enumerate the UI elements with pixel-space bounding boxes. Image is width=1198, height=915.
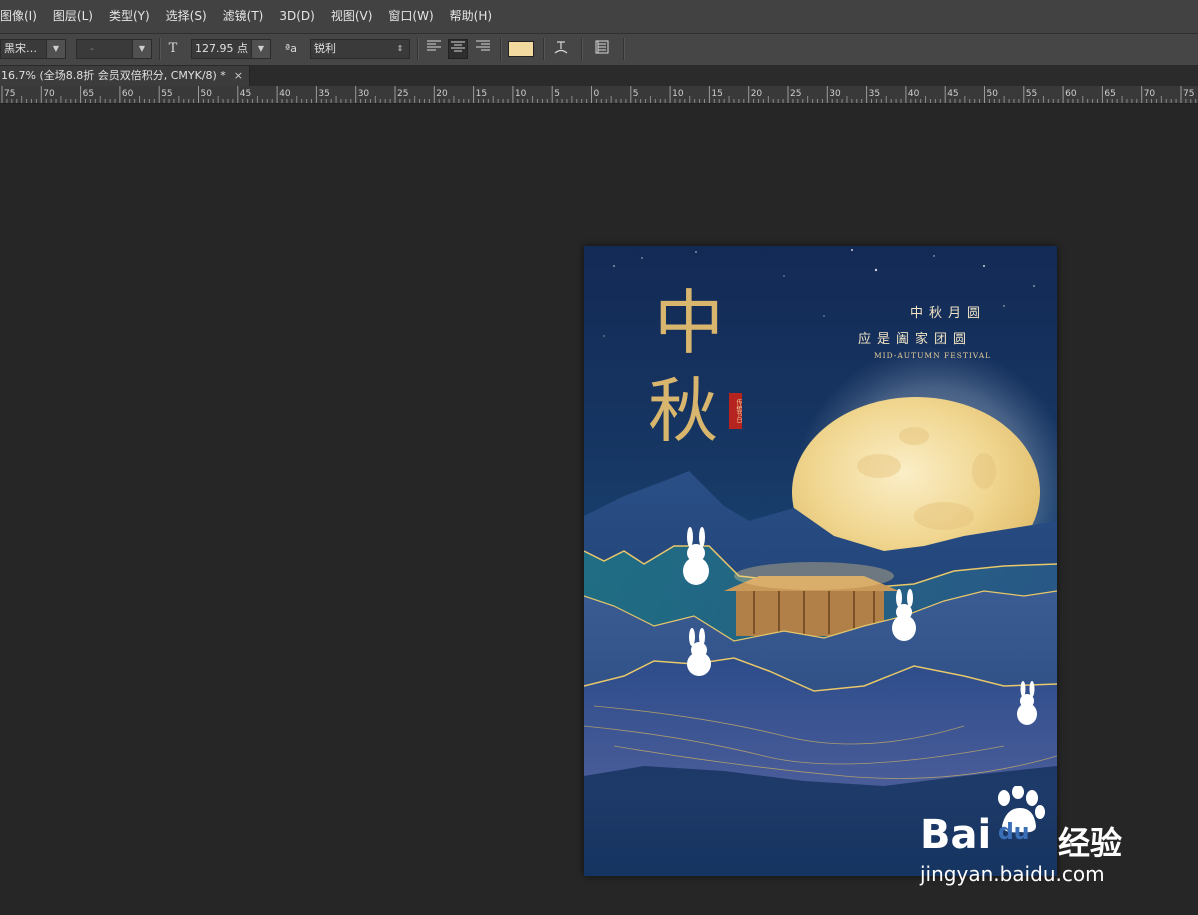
- ruler-label: 55: [1026, 89, 1037, 99]
- font-family-dropdown[interactable]: 黑宋… ▼: [0, 39, 66, 59]
- ruler-label: 55: [161, 89, 172, 99]
- watermark-brand-cn: 经验: [1058, 824, 1123, 862]
- divider: [623, 38, 625, 60]
- ruler-label: 60: [122, 89, 134, 99]
- text-color-swatch[interactable]: [508, 41, 534, 57]
- divider: [581, 38, 583, 60]
- ruler-label: 45: [947, 89, 958, 99]
- ruler-ticks: 75 70 65 60 55 50 45 40 35 30 25 20 15 10 5 0 5 10 15 20 25 3…: [1, 86, 1197, 103]
- document-tab-bar: 16.7% (全场8.8折 会员双倍积分, CMYK/8) * ×: [0, 66, 1198, 86]
- slogan-line-2: 应是阖家团圆: [858, 332, 973, 347]
- menu-view[interactable]: 视图(V): [323, 0, 381, 33]
- ruler-label: 75: [1183, 89, 1194, 99]
- menu-filter[interactable]: 滤镜(T): [215, 0, 272, 33]
- menu-help[interactable]: 帮助(H): [442, 0, 500, 33]
- document-tab-title: 16.7% (全场8.8折 会员双倍积分, CMYK/8) *: [1, 69, 226, 82]
- antialias-icon: ªa: [285, 42, 297, 55]
- watermark-url: jingyan.baidu.com: [920, 862, 1105, 886]
- chevron-down-icon: ▼: [46, 40, 65, 58]
- ruler-label: 30: [829, 89, 841, 99]
- ruler-label: 50: [201, 89, 213, 99]
- ruler-label: 20: [751, 89, 763, 99]
- slogan-line-1: 中秋月圆: [910, 306, 987, 321]
- type-options-bar: 黑宋… ▼ - ▼ T 127.95 点 ▼ ªa 锐利 ⇕: [0, 34, 1198, 66]
- font-size-icon: T: [168, 41, 178, 56]
- watermark-brand-left: Bai: [920, 812, 992, 858]
- font-style-dropdown[interactable]: - ▼: [76, 39, 152, 59]
- baidu-watermark: Bai du 经验 jingyan.baidu.com: [918, 786, 1138, 890]
- chevron-down-icon: ▼: [251, 40, 270, 58]
- font-size-field[interactable]: 127.95 点 ▼: [191, 39, 271, 59]
- ruler-label: 65: [83, 89, 94, 99]
- ruler-label: 10: [672, 89, 684, 99]
- menu-3d[interactable]: 3D(D): [271, 0, 322, 33]
- ruler-label: 0: [594, 89, 600, 99]
- warp-text-icon[interactable]: [551, 39, 571, 59]
- menu-window[interactable]: 窗口(W): [380, 0, 441, 33]
- red-seal: 传统节日: [729, 393, 742, 429]
- menu-type[interactable]: 类型(Y): [101, 0, 158, 33]
- close-icon[interactable]: ×: [234, 66, 243, 86]
- ruler-label: 35: [869, 89, 880, 99]
- ruler-label: 45: [240, 89, 251, 99]
- divider: [159, 38, 161, 60]
- font-size-value: 127.95 点: [195, 42, 248, 55]
- menu-image[interactable]: 图像(I): [0, 0, 45, 33]
- ruler-label: 35: [318, 89, 329, 99]
- updown-icon: ⇕: [391, 40, 409, 58]
- poster-document[interactable]: 中 秋 传统节日 中秋月圆 应是阖家团圆 MID-AUTUMN FESTIVAL: [584, 246, 1057, 876]
- align-center-icon[interactable]: [448, 39, 468, 59]
- ruler-label: 70: [1144, 89, 1156, 99]
- horizontal-ruler[interactable]: 75 70 65 60 55 50 45 40 35 30 25 20 15 10 5 0 5 10 15 20 25 3…: [0, 86, 1198, 104]
- ruler-label: 25: [397, 89, 408, 99]
- antialias-dropdown[interactable]: 锐利 ⇕: [310, 39, 410, 59]
- festival-english: MID-AUTUMN FESTIVAL: [874, 351, 992, 360]
- font-family-value: 黑宋…: [4, 42, 37, 55]
- align-right-icon[interactable]: [473, 39, 493, 59]
- menu-select[interactable]: 选择(S): [158, 0, 215, 33]
- antialias-value: 锐利: [314, 42, 336, 55]
- ruler-label: 30: [358, 89, 370, 99]
- ruler-label: 65: [1104, 89, 1115, 99]
- ruler-label: 15: [711, 89, 722, 99]
- ruler-label: 20: [436, 89, 448, 99]
- ruler-label: 75: [4, 89, 15, 99]
- ruler-label: 50: [987, 89, 999, 99]
- divider: [500, 38, 502, 60]
- ruler-label: 70: [43, 89, 55, 99]
- align-left-icon[interactable]: [424, 39, 444, 59]
- ruler-label: 40: [908, 89, 920, 99]
- watermark-brand-right: du: [998, 820, 1030, 845]
- document-tab[interactable]: 16.7% (全场8.8折 会员双倍积分, CMYK/8) * ×: [0, 66, 250, 86]
- ruler-label: 40: [279, 89, 291, 99]
- ruler-label: 10: [515, 89, 527, 99]
- divider: [417, 38, 419, 60]
- ruler-label: 25: [790, 89, 801, 99]
- character-panel-icon[interactable]: [592, 39, 612, 59]
- ruler-label: 60: [1065, 89, 1077, 99]
- ruler-label: 5: [554, 89, 560, 99]
- chevron-down-icon: ▼: [132, 40, 151, 58]
- ruler-label: 5: [633, 89, 639, 99]
- poster-title-qiu: 秋: [648, 370, 718, 452]
- menu-bar: 图像(I) 图层(L) 类型(Y) 选择(S) 滤镜(T) 3D(D) 视图(V…: [0, 0, 1198, 34]
- poster-title-zhong: 中: [654, 282, 724, 364]
- menu-layer[interactable]: 图层(L): [45, 0, 101, 33]
- ruler-label: 15: [476, 89, 487, 99]
- divider: [543, 38, 545, 60]
- font-style-value: -: [90, 42, 94, 55]
